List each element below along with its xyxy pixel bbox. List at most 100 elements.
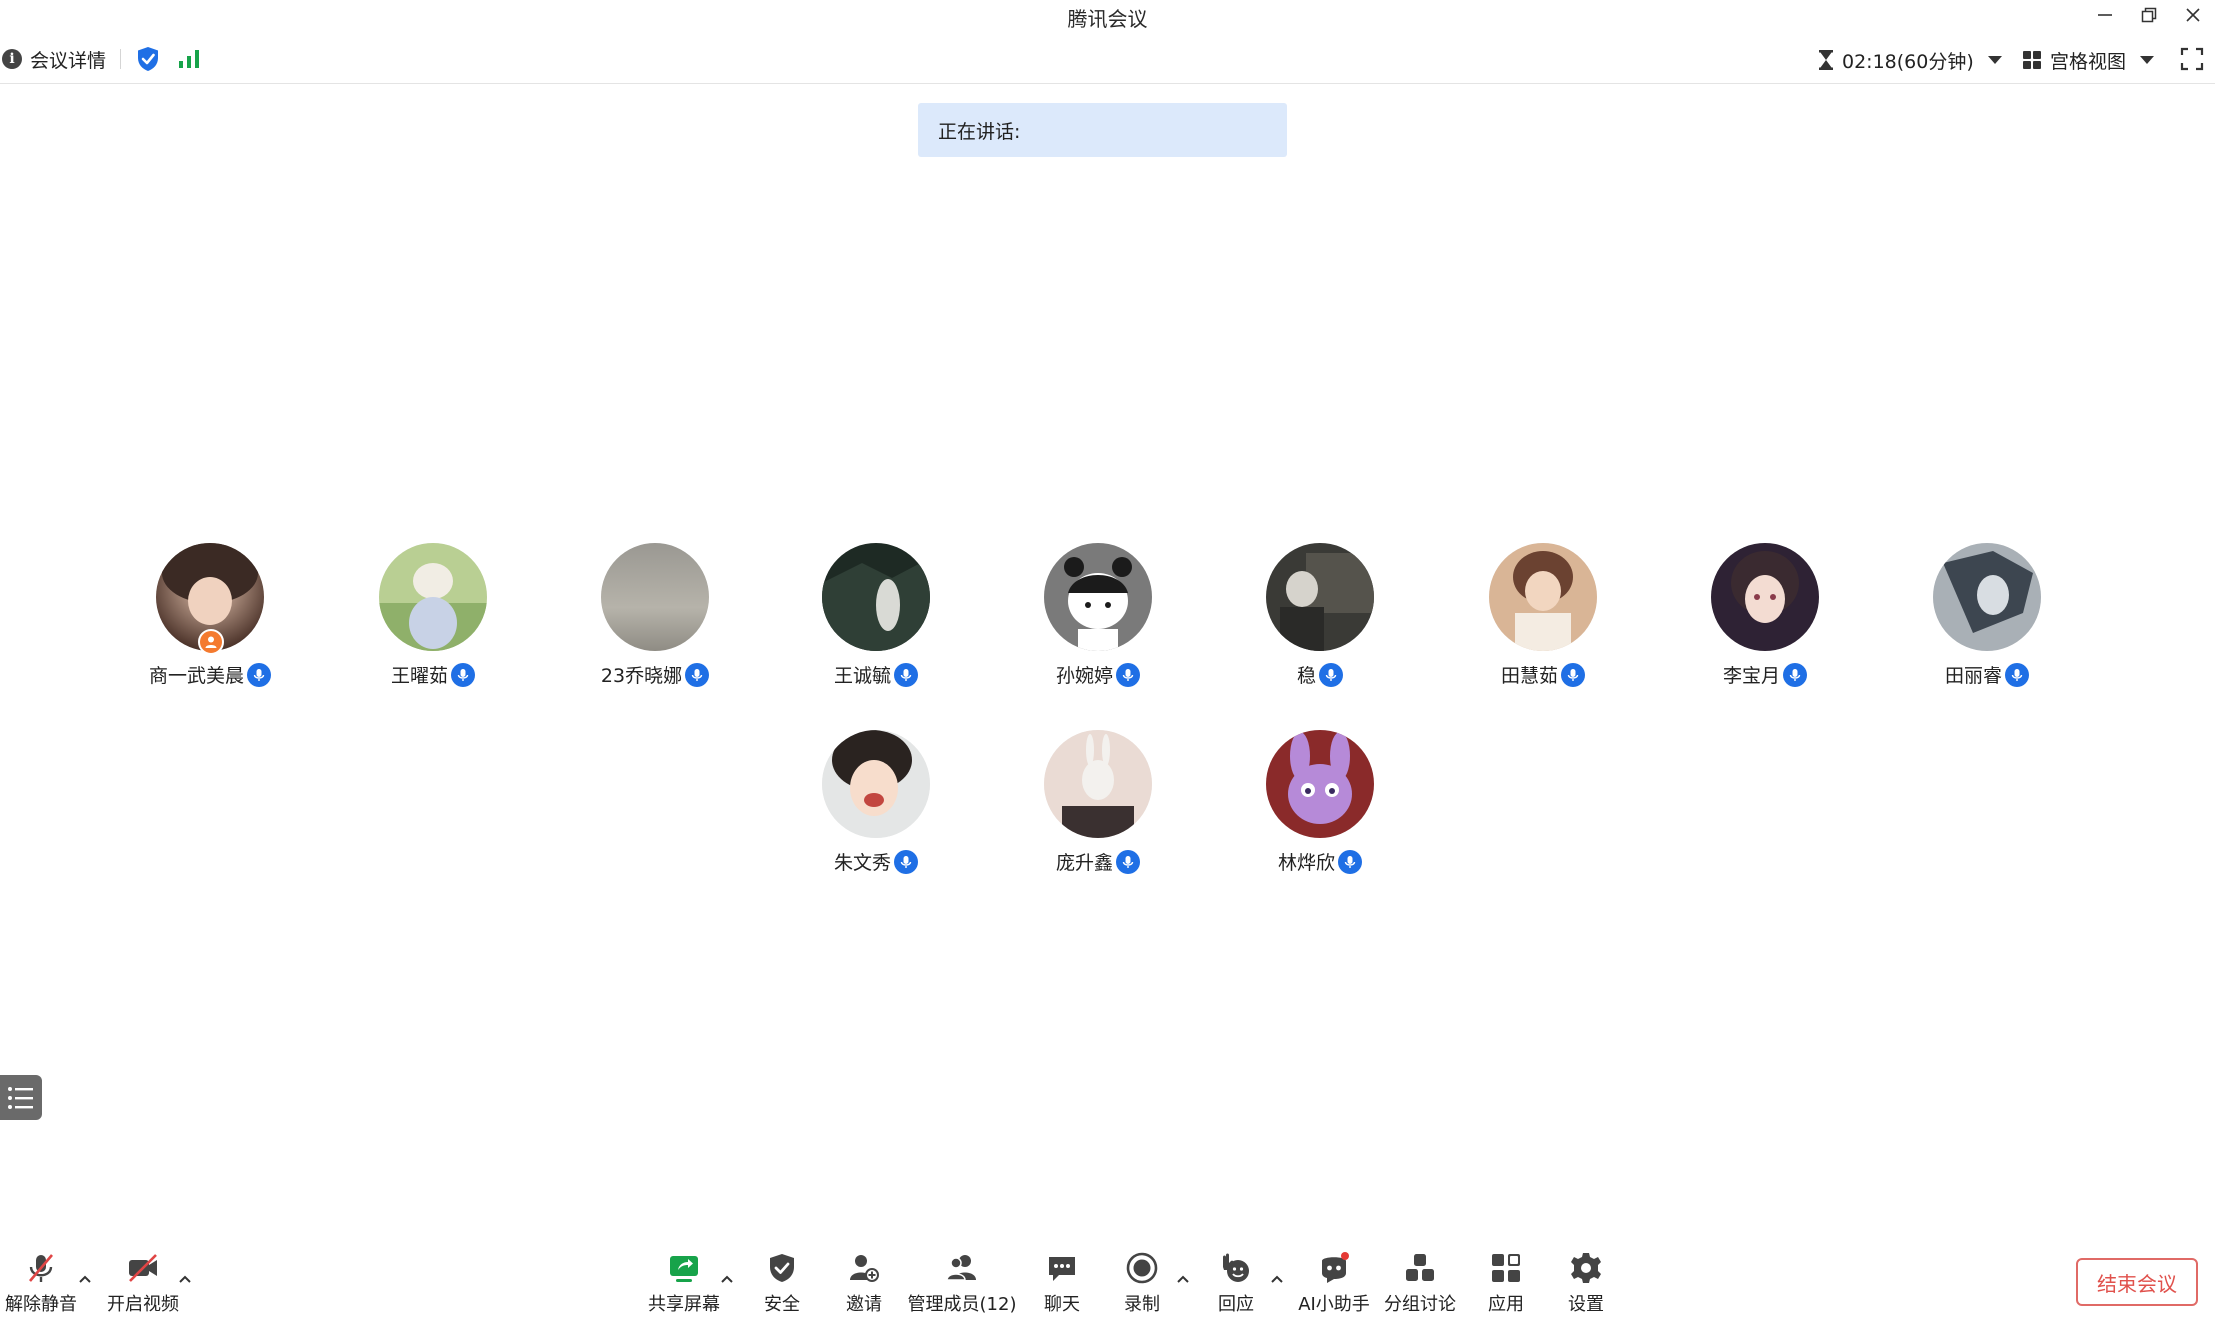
apps-icon: [1488, 1250, 1524, 1286]
security-button[interactable]: 安全: [752, 1250, 812, 1316]
timer-text: 02:18(60分钟): [1842, 50, 1974, 73]
member-list-toggle[interactable]: [0, 1075, 42, 1120]
share-screen-button[interactable]: 共享屏幕: [648, 1250, 720, 1316]
participant-name-row: 田慧茹: [1443, 661, 1643, 688]
mic-icon: [1338, 849, 1362, 874]
restore-button[interactable]: [2127, 0, 2171, 30]
chat-button[interactable]: 聊天: [1032, 1250, 1092, 1316]
start-video-button[interactable]: 开启视频: [106, 1250, 180, 1316]
apps-button[interactable]: 应用: [1476, 1250, 1536, 1316]
record-icon: [1124, 1250, 1160, 1286]
participant-name: 商一武美晨: [148, 665, 244, 687]
view-mode-dropdown[interactable]: 宫格视图: [2022, 46, 2155, 74]
fullscreen-icon[interactable]: [2180, 47, 2204, 71]
chevron-up-icon: [179, 1275, 191, 1283]
unmute-button[interactable]: 解除静音: [4, 1250, 78, 1316]
mic-muted-icon: [23, 1250, 59, 1286]
participant-name: 王诚毓: [833, 665, 891, 687]
bottom-toolbar: 解除静音 开启视频 共享屏幕 安全 邀请 管理成员(12) 聊天 录制 回应 A…: [0, 1240, 2215, 1323]
invite-button[interactable]: 邀请: [832, 1250, 896, 1316]
breakout-icon: [1402, 1250, 1438, 1286]
participant-tile[interactable]: 23乔晓娜: [555, 543, 755, 693]
window-title: 腾讯会议: [1067, 7, 1148, 31]
chevron-down-icon: [1987, 56, 2002, 64]
breakout-rooms-button[interactable]: 分组讨论: [1382, 1250, 1458, 1316]
host-badge: [198, 629, 224, 655]
participant-tile[interactable]: 李宝月: [1665, 543, 1865, 693]
minimize-icon: [2098, 14, 2112, 16]
share-screen-label: 共享屏幕: [648, 1294, 720, 1315]
participant-name: 稳: [1296, 665, 1316, 687]
mic-icon: [894, 849, 918, 874]
network-signal-icon[interactable]: [178, 49, 200, 69]
add-user-icon: [846, 1250, 882, 1286]
avatar: [822, 730, 930, 838]
record-options-chevron[interactable]: [1174, 1272, 1192, 1286]
mic-icon: [247, 662, 271, 687]
minimize-button[interactable]: [2083, 0, 2127, 30]
apps-label: 应用: [1488, 1294, 1524, 1315]
participant-name: 田慧茹: [1500, 665, 1558, 687]
avatar: [379, 543, 487, 651]
participant-tile[interactable]: 田丽睿: [1887, 543, 2087, 693]
manage-members-label: 管理成员(12): [907, 1294, 1017, 1315]
participant-tile[interactable]: 商一武美晨: [110, 543, 310, 693]
members-icon: [944, 1250, 980, 1286]
ai-assistant-button[interactable]: AI小助手: [1296, 1250, 1372, 1316]
reactions-label: 回应: [1218, 1294, 1254, 1315]
mic-icon: [1319, 662, 1343, 687]
participant-tile[interactable]: 孙婉婷: [998, 543, 1198, 693]
mic-icon: [894, 662, 918, 687]
participant-tile[interactable]: 庞升鑫: [998, 730, 1198, 880]
reactions-button[interactable]: 回应: [1206, 1250, 1266, 1316]
avatar: [1044, 543, 1152, 651]
meeting-details-button[interactable]: i 会议详情: [2, 45, 106, 73]
video-options-chevron[interactable]: [176, 1272, 194, 1286]
security-label: 安全: [764, 1294, 800, 1315]
participant-tile[interactable]: 田慧茹: [1443, 543, 1643, 693]
shield-icon: [764, 1250, 800, 1286]
grid-view-icon: [2023, 51, 2041, 69]
participant-tile[interactable]: 林烨欣: [1220, 730, 1420, 880]
breakout-label: 分组讨论: [1384, 1294, 1456, 1315]
security-shield-icon[interactable]: [136, 46, 160, 72]
settings-label: 设置: [1568, 1294, 1604, 1315]
participant-tile[interactable]: 稳: [1220, 543, 1420, 693]
avatar: [822, 543, 930, 651]
avatar: [601, 543, 709, 651]
hourglass-icon: [1819, 50, 1833, 70]
manage-members-button[interactable]: 管理成员(12): [908, 1250, 1016, 1316]
meeting-details-label: 会议详情: [30, 49, 107, 72]
participant-name-row: 庞升鑫: [998, 848, 1198, 875]
end-meeting-button[interactable]: 结束会议: [2076, 1258, 2198, 1306]
participant-name: 田丽睿: [1944, 665, 2002, 687]
chat-label: 聊天: [1044, 1294, 1080, 1315]
info-icon: i: [2, 49, 22, 69]
participant-name: 林烨欣: [1277, 852, 1335, 874]
chevron-up-icon: [721, 1275, 733, 1283]
share-options-chevron[interactable]: [718, 1272, 736, 1286]
reactions-options-chevron[interactable]: [1268, 1272, 1286, 1286]
participant-name: 李宝月: [1722, 665, 1780, 687]
meeting-timer[interactable]: 02:18(60分钟): [1818, 46, 2002, 74]
speaking-indicator: 正在讲话:: [918, 103, 1287, 157]
record-button[interactable]: 录制: [1112, 1250, 1172, 1316]
participant-tile[interactable]: 王诚毓: [776, 543, 976, 693]
participant-tile[interactable]: 朱文秀: [776, 730, 976, 880]
audio-options-chevron[interactable]: [76, 1272, 94, 1286]
gear-icon: [1568, 1250, 1604, 1286]
view-mode-label: 宫格视图: [2050, 50, 2127, 73]
chevron-up-icon: [1177, 1275, 1189, 1283]
chevron-up-icon: [1271, 1275, 1283, 1283]
person-icon: [205, 636, 217, 648]
mic-icon: [1116, 849, 1140, 874]
list-icon: [8, 1086, 33, 1109]
participant-name: 23乔晓娜: [600, 665, 683, 687]
avatar: [1711, 543, 1819, 651]
participant-name-row: 林烨欣: [1220, 848, 1420, 875]
close-button[interactable]: [2171, 0, 2215, 30]
participant-tile[interactable]: 王曜茹: [333, 543, 533, 693]
divider: [120, 49, 121, 69]
settings-button[interactable]: 设置: [1556, 1250, 1616, 1316]
title-bar: 腾讯会议: [0, 0, 2215, 33]
